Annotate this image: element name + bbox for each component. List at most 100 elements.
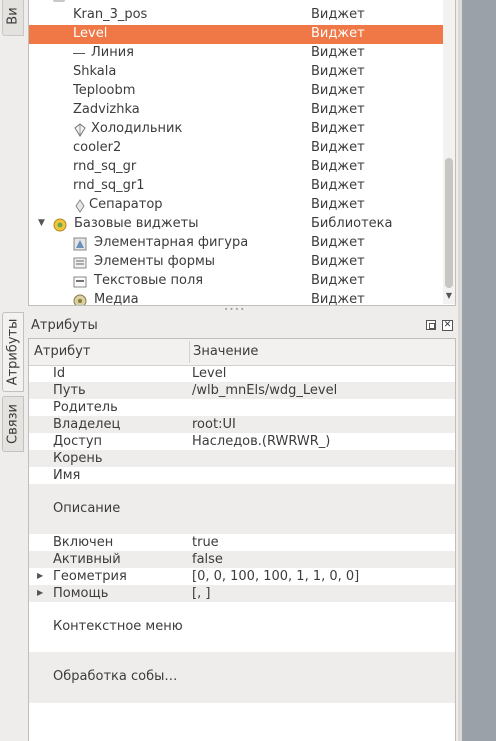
attribute-value[interactable]: [0, 0, 100, 100, 1, 1, 0, 0]: [192, 569, 359, 584]
tree-row-name: Элементарная фигура: [94, 235, 249, 250]
tree-row[interactable]: Сепаратор Виджет: [29, 196, 444, 215]
attribute-value[interactable]: Наследов.(RWRWR_): [192, 434, 330, 449]
close-panel-button[interactable]: ✕: [442, 320, 453, 331]
attribute-value[interactable]: false: [192, 552, 223, 567]
tab-widgets[interactable]: Ви: [2, 0, 24, 36]
chevron-right-icon[interactable]: ▶: [37, 571, 43, 580]
attribute-row-description[interactable]: Описание: [29, 484, 455, 534]
tree-row-name: cooler2: [73, 140, 122, 155]
tree-scrollbar-thumb[interactable]: [445, 158, 453, 288]
attribute-name: Активный: [53, 552, 121, 567]
separator-icon: [75, 199, 85, 213]
tree-row-type: Виджет: [311, 159, 365, 174]
tree-row-type: Виджет: [311, 178, 365, 193]
chevron-right-icon[interactable]: ▶: [37, 588, 43, 597]
tree-row[interactable]: Медиа Виджет: [29, 291, 444, 306]
attribute-row-owner[interactable]: Владелец root:UI: [29, 416, 455, 433]
tree-row-name: Линия: [91, 45, 134, 60]
tree-row-name: Level: [73, 26, 108, 41]
text-icon: [73, 276, 87, 288]
tab-attributes-label: Атрибуты: [5, 318, 21, 386]
attribute-name: Id: [53, 366, 66, 381]
tree-row[interactable]: Элементы формы Виджет: [29, 253, 444, 272]
attribute-row-geometry[interactable]: ▶ Геометрия [0, 0, 100, 100, 1, 1, 0, 0]: [29, 568, 455, 585]
attribute-name: Описание: [53, 501, 121, 516]
attribute-name: Обработка собы…: [53, 669, 178, 684]
attribute-row-event-processing[interactable]: Обработка собы…: [29, 652, 455, 703]
tab-widgets-label: Ви: [5, 7, 21, 25]
attribute-name: Корень: [53, 451, 103, 466]
adjacent-window-area: [462, 0, 496, 741]
widget-library-tree[interactable]: Kran_3_pos Виджет Level Виджет Линия Вид…: [28, 0, 456, 306]
tree-row-type: Библиотека: [311, 216, 393, 231]
tree-row[interactable]: Kran_3_pos Виджет: [29, 6, 444, 25]
attribute-row-access[interactable]: Доступ Наследов.(RWRWR_): [29, 433, 455, 450]
attribute-name: Путь: [53, 383, 86, 398]
splitter-handle[interactable]: ∙∙∙∙: [224, 306, 245, 313]
attribute-row-name[interactable]: Имя: [29, 467, 455, 484]
tree-row[interactable]: Холодильник Виджет: [29, 120, 444, 139]
tree-row-type: Виджет: [311, 64, 365, 79]
attributes-panel-title: Атрибуты: [31, 318, 98, 333]
attribute-row-path[interactable]: Путь /wlb_mnEls/wdg_Level: [29, 382, 455, 399]
tree-row[interactable]: Текстовые поля Виджет: [29, 272, 444, 291]
tree-row-name: Teploobm: [73, 83, 136, 98]
attribute-row-context-menu[interactable]: Контекстное меню: [29, 602, 455, 652]
tree-row[interactable]: Teploobm Виджет: [29, 82, 444, 101]
tree-row[interactable]: Элементарная фигура Виджет: [29, 234, 444, 253]
tab-links[interactable]: Связи: [2, 396, 24, 452]
tree-row[interactable]: Линия Виджет: [29, 44, 444, 63]
attribute-value[interactable]: /wlb_mnEls/wdg_Level: [192, 383, 337, 398]
tree-row-library[interactable]: ▼ Базовые виджеты Библиотека: [29, 215, 444, 234]
cooler-icon: [74, 123, 86, 137]
tree-row[interactable]: cooler2 Виджет: [29, 139, 444, 158]
tree-row[interactable]: rnd_sq_gr1 Виджет: [29, 177, 444, 196]
attribute-value[interactable]: Level: [192, 366, 226, 381]
attributes-table[interactable]: Атрибут Значение Id Level Путь /wlb_mnEl…: [28, 338, 456, 741]
attribute-row-active[interactable]: Активный false: [29, 551, 455, 568]
attribute-name: Помощь: [53, 586, 109, 601]
scroll-down-arrow-icon[interactable]: ▼: [444, 291, 454, 301]
tree-row[interactable]: Shkala Виджет: [29, 63, 444, 82]
tree-row-name: rnd_sq_gr1: [73, 178, 145, 193]
tree-row-type: Виджет: [311, 83, 365, 98]
tree-row-selected[interactable]: Level Виджет: [29, 25, 444, 44]
tree-row-type: Виджет: [311, 254, 365, 269]
attribute-row-parent[interactable]: Родитель: [29, 399, 455, 416]
tree-row-name: Kran_3_pos: [73, 7, 148, 22]
tree-row[interactable]: Zadvizhka Виджет: [29, 101, 444, 120]
tree-row-name: Медиа: [94, 292, 139, 306]
chevron-down-icon[interactable]: ▼: [38, 218, 45, 228]
attribute-name: Геометрия: [53, 569, 127, 584]
attribute-value[interactable]: root:UI: [192, 417, 236, 432]
attribute-name: Доступ: [53, 434, 103, 449]
attribute-name: Имя: [53, 468, 81, 483]
library-icon: [53, 218, 67, 232]
tree-row-type: Виджет: [311, 235, 365, 250]
tree-row-type: Виджет: [311, 121, 365, 136]
tree-row-name: Сепаратор: [89, 197, 163, 212]
line-icon: [73, 53, 85, 54]
float-panel-button[interactable]: [426, 320, 436, 330]
attribute-row-enabled[interactable]: Включен true: [29, 534, 455, 551]
attribute-name: Включен: [53, 535, 114, 550]
tree-row-type: Виджет: [311, 7, 365, 22]
tree-row-type: Виджет: [311, 26, 365, 41]
attribute-value[interactable]: [, ]: [192, 586, 210, 601]
attribute-row-id[interactable]: Id Level: [29, 365, 455, 382]
column-header-value[interactable]: Значение: [193, 344, 258, 359]
tree-row-name: Текстовые поля: [94, 273, 204, 288]
attribute-value[interactable]: true: [192, 535, 219, 550]
attribute-row-help[interactable]: ▶ Помощь [, ]: [29, 585, 455, 602]
tree-row-name: rnd_sq_gr: [73, 159, 137, 174]
tab-attributes[interactable]: Атрибуты: [2, 312, 24, 392]
tree-row-type: Виджет: [311, 273, 365, 288]
attribute-row-root[interactable]: Корень: [29, 450, 455, 467]
tree-row[interactable]: rnd_sq_gr Виджет: [29, 158, 444, 177]
attribute-name: Контекстное меню: [53, 619, 183, 634]
column-header-attribute[interactable]: Атрибут: [34, 344, 90, 359]
column-divider[interactable]: [189, 341, 190, 363]
tree-row-type: Виджет: [311, 140, 365, 155]
form-icon: [73, 257, 87, 269]
tree-row-type: Виджет: [311, 292, 365, 306]
